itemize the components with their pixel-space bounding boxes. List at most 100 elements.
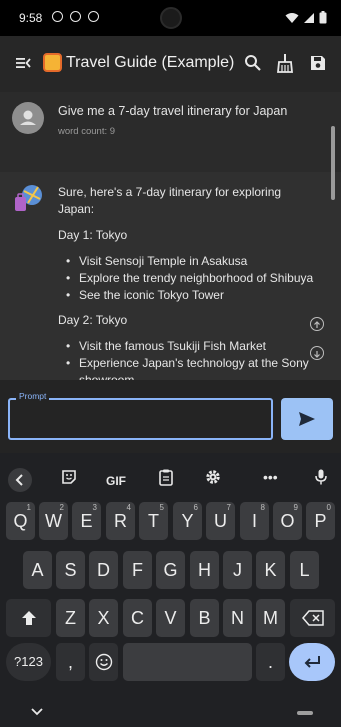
backspace-key[interactable] [290, 599, 335, 637]
key-label: O [280, 511, 295, 531]
key-hint: 1 [26, 503, 31, 512]
hide-keyboard-chevron-icon[interactable] [30, 707, 44, 717]
symbols-key[interactable]: ?123 [6, 643, 51, 681]
app-title: Travel Guide (Example) [66, 54, 235, 71]
signal-icon [304, 12, 314, 23]
sticker-icon[interactable] [60, 468, 78, 486]
key-hint: 0 [326, 503, 331, 512]
key-k[interactable]: K [256, 551, 285, 589]
key-w[interactable]: W2 [39, 502, 68, 540]
key-q[interactable]: Q1 [6, 502, 35, 540]
travel-bot-avatar-icon [15, 185, 42, 211]
app-bar: Travel Guide (Example) [0, 36, 341, 92]
list-item: See the iconic Tokyo Tower [58, 287, 320, 304]
send-button[interactable] [281, 398, 333, 440]
prompt-input[interactable] [8, 398, 273, 440]
key-hint: 8 [260, 503, 265, 512]
list-item: Visit Sensoji Temple in Asakusa [58, 253, 320, 270]
notification-icon [70, 11, 81, 22]
broom-clear-icon[interactable] [275, 53, 295, 73]
user-message: Give me a 7-day travel itinerary for Jap… [0, 92, 341, 154]
key-f[interactable]: F [123, 551, 152, 589]
enter-key[interactable] [289, 643, 335, 681]
key-i[interactable]: I8 [240, 502, 269, 540]
key-hint: 2 [59, 503, 64, 512]
key-s[interactable]: S [56, 551, 85, 589]
bot-message: Sure, here's a 7-day itinerary for explo… [0, 172, 341, 380]
input-area: Prompt [0, 380, 341, 453]
scrollbar-thumb[interactable] [331, 126, 335, 200]
status-time: 9:58 [19, 11, 43, 25]
key-label: R [114, 511, 127, 531]
clipboard-icon[interactable] [157, 468, 175, 486]
save-icon[interactable] [308, 53, 328, 73]
front-camera [160, 7, 182, 29]
key-x[interactable]: X [89, 599, 118, 637]
key-hint: 3 [92, 503, 97, 512]
space-key[interactable] [123, 643, 252, 681]
navigation-bar [0, 699, 341, 727]
key-h[interactable]: H [190, 551, 219, 589]
search-icon[interactable] [243, 53, 263, 73]
list-item: Experience Japan's technology at the Son… [58, 355, 320, 380]
comma-key[interactable]: , [56, 643, 85, 681]
scroll-up-button[interactable] [310, 317, 324, 331]
key-hint: 6 [193, 503, 198, 512]
key-label: W [45, 511, 62, 531]
key-j[interactable]: J [223, 551, 252, 589]
key-p[interactable]: P0 [306, 502, 335, 540]
key-l[interactable]: L [290, 551, 319, 589]
gif-button[interactable]: GIF [106, 474, 126, 488]
chevron-left-icon [15, 474, 23, 486]
chat-area[interactable]: Give me a 7-day travel itinerary for Jap… [0, 92, 341, 380]
keyboard-switcher-icon[interactable] [297, 711, 313, 715]
key-u[interactable]: U7 [206, 502, 235, 540]
battery-icon [319, 11, 327, 24]
key-e[interactable]: E3 [72, 502, 101, 540]
key-v[interactable]: V [156, 599, 185, 637]
send-icon [299, 412, 315, 426]
arrow-up-icon [314, 321, 320, 328]
user-message-text: Give me a 7-day travel itinerary for Jap… [58, 104, 288, 118]
notification-icon [88, 11, 99, 22]
prompt-label: Prompt [16, 391, 50, 401]
key-o[interactable]: O9 [273, 502, 302, 540]
key-hint: 5 [159, 503, 164, 512]
key-z[interactable]: Z [56, 599, 85, 637]
day-list: Visit Sensoji Temple in Asakusa Explore … [58, 253, 320, 304]
keyboard-toolbar: GIF ••• [0, 459, 341, 493]
backspace-icon [301, 610, 324, 626]
microphone-icon[interactable] [312, 468, 330, 486]
key-m[interactable]: M [256, 599, 285, 637]
key-t[interactable]: T5 [139, 502, 168, 540]
keyboard-back-button[interactable] [8, 468, 32, 492]
key-label: Y [181, 511, 194, 531]
key-b[interactable]: B [190, 599, 219, 637]
key-a[interactable]: A [23, 551, 52, 589]
settings-gear-icon[interactable] [204, 468, 222, 486]
key-n[interactable]: N [223, 599, 252, 637]
key-label: T [148, 511, 159, 531]
key-label: E [80, 511, 93, 531]
shift-key[interactable] [6, 599, 51, 637]
scroll-down-button[interactable] [310, 346, 324, 360]
list-item: Visit the famous Tsukiji Fish Market [58, 338, 320, 355]
status-bar: 9:58 [0, 0, 341, 36]
word-count: word count: 9 [58, 126, 116, 137]
period-key[interactable]: . [256, 643, 285, 681]
menu-open-icon[interactable] [14, 54, 32, 72]
emoji-key[interactable] [89, 643, 118, 681]
key-d[interactable]: D [89, 551, 118, 589]
shift-arrow-icon [21, 611, 36, 625]
key-r[interactable]: R4 [106, 502, 135, 540]
day-list: Visit the famous Tsukiji Fish Market Exp… [58, 338, 320, 380]
wifi-icon [285, 12, 299, 23]
key-y[interactable]: Y6 [173, 502, 202, 540]
key-c[interactable]: C [123, 599, 152, 637]
key-label: Q [13, 511, 28, 531]
key-g[interactable]: G [156, 551, 185, 589]
arrow-down-icon [314, 351, 320, 358]
key-hint: 7 [226, 503, 231, 512]
more-options-button[interactable]: ••• [263, 469, 278, 485]
day-title: Day 2: Tokyo [58, 313, 128, 327]
